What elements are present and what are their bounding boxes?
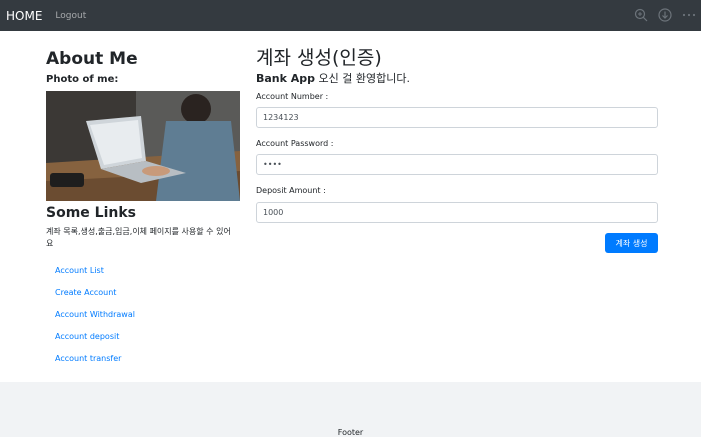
deposit-amount-label: Deposit Amount : <box>256 186 326 195</box>
footer-text: Footer <box>337 428 364 437</box>
nav-link-list: Account List Create Account Account With… <box>55 262 242 372</box>
account-withdrawal-link[interactable]: Account Withdrawal <box>55 310 135 319</box>
create-account-button[interactable]: 계좌 생성 <box>605 233 658 253</box>
account-password-label: Account Password : <box>256 139 334 148</box>
footer: Footer <box>0 382 701 437</box>
main-content: 계좌 생성(인증) Bank App 오신 걸 환영합니다. Account N… <box>256 46 658 253</box>
zoom-icon[interactable] <box>633 7 649 23</box>
list-item: Account Withdrawal <box>55 306 242 328</box>
brand-home-link[interactable]: HOME <box>6 9 42 23</box>
list-item: Account List <box>55 262 242 284</box>
top-navbar: HOME Logout <box>0 0 701 31</box>
welcome-text: Bank App 오신 걸 환영합니다. <box>256 72 658 86</box>
some-links-heading: Some Links <box>46 205 136 221</box>
account-deposit-link[interactable]: Account deposit <box>55 332 119 341</box>
welcome-app-name: Bank App <box>256 72 316 85</box>
photo-label: Photo of me: <box>46 74 119 85</box>
account-password-input[interactable] <box>256 154 658 175</box>
account-number-label: Account Number : <box>256 92 329 101</box>
sidebar: About Me Photo of me: Some Links 계좌 목록,생… <box>46 49 242 372</box>
list-item: Account deposit <box>55 328 242 350</box>
browser-toolbar <box>633 7 697 23</box>
profile-photo <box>46 91 240 201</box>
deposit-amount-input[interactable] <box>256 202 658 223</box>
page-title: 계좌 생성(인증) <box>256 47 382 69</box>
logout-link[interactable]: Logout <box>55 11 86 21</box>
account-number-input[interactable] <box>256 107 658 128</box>
more-icon[interactable] <box>681 7 697 23</box>
list-item: Create Account <box>55 284 242 306</box>
account-transfer-link[interactable]: Account transfer <box>55 354 121 363</box>
links-description: 계좌 목록,생성,출금,입금,이체 페이지를 사용할 수 있어요 <box>46 227 231 248</box>
about-me-heading: About Me <box>46 49 138 69</box>
download-icon[interactable] <box>657 7 673 23</box>
list-item: Account transfer <box>55 350 242 372</box>
create-account-link[interactable]: Create Account <box>55 288 116 297</box>
welcome-message: 오신 걸 환영합니다. <box>315 72 410 85</box>
account-list-link[interactable]: Account List <box>55 266 104 275</box>
